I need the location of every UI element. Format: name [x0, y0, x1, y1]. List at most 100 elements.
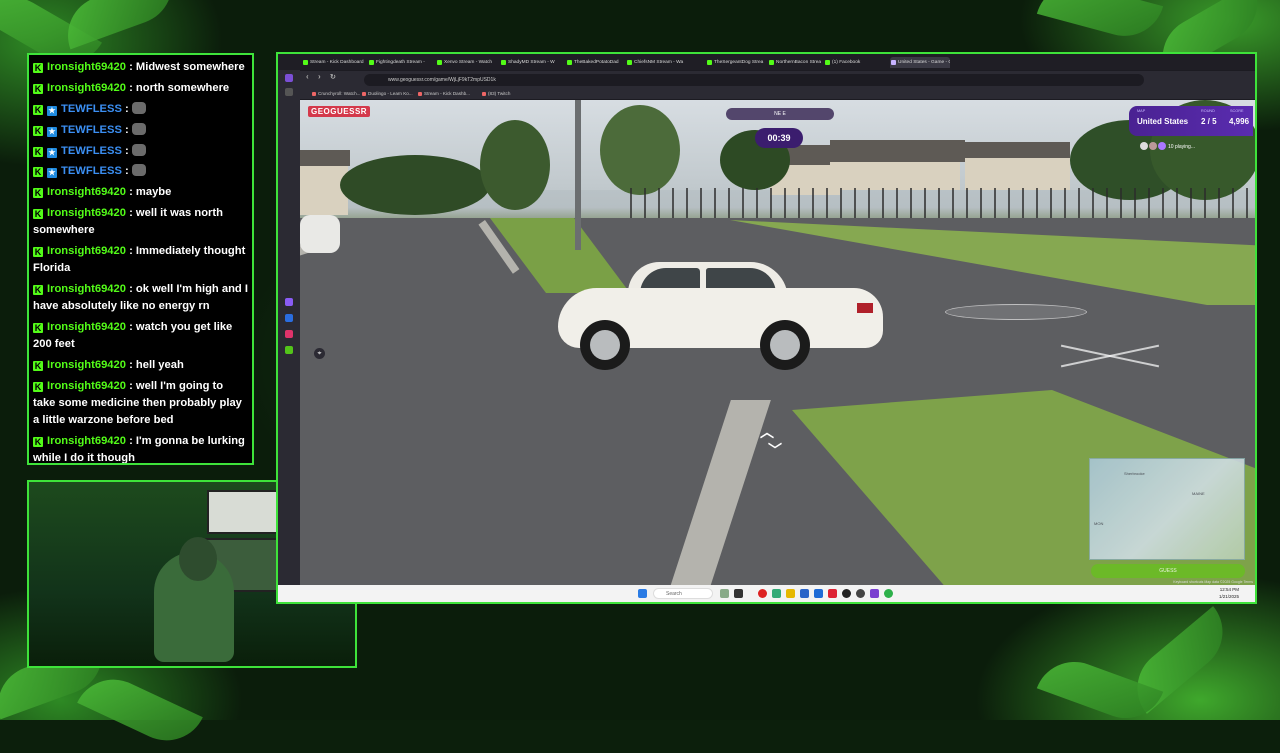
tree — [480, 120, 550, 210]
file-explorer-icon[interactable] — [786, 589, 795, 598]
kick-badge-icon: K — [33, 104, 43, 115]
tree — [600, 105, 680, 195]
browser-tab[interactable]: NorthernBacon Strea — [768, 57, 822, 68]
chat-message: K Ironsight69420 : hell yeah — [33, 357, 248, 374]
house — [965, 155, 1070, 190]
store-icon[interactable] — [800, 589, 809, 598]
task-view-icon[interactable] — [734, 589, 743, 598]
app-icon[interactable] — [828, 589, 837, 598]
app-icon[interactable] — [870, 589, 879, 598]
kick-badge-icon: K — [33, 360, 43, 371]
twitch-icon[interactable] — [285, 298, 293, 306]
opera-icon[interactable] — [285, 74, 293, 82]
app-icon[interactable] — [856, 589, 865, 598]
chat-username[interactable]: TEWFLESS — [61, 145, 122, 157]
browser-tab[interactable]: Stream - Kick Dashboard — [302, 57, 366, 68]
chat-username[interactable]: Ironsight69420 — [47, 435, 126, 447]
chat-username[interactable]: Ironsight69420 — [47, 61, 126, 73]
guess-button[interactable]: GUESS — [1091, 564, 1245, 578]
taskbar-search[interactable]: Search — [653, 588, 713, 599]
browser-tab[interactable]: United States - Game - G — [890, 57, 950, 68]
chat-username[interactable]: Ironsight69420 — [47, 207, 126, 219]
reload-icon[interactable]: ↻ — [330, 73, 336, 81]
browser-tab[interactable]: TheSergeantDog Strea — [706, 57, 766, 68]
chat-username[interactable]: Ironsight69420 — [47, 321, 126, 333]
car-rim — [770, 330, 800, 360]
forward-icon[interactable]: › — [318, 72, 321, 81]
car-wheel — [580, 320, 630, 370]
system-clock[interactable]: 12:54 PM 1/21/2025 — [1219, 586, 1239, 600]
edge-icon[interactable] — [772, 589, 781, 598]
app-icon[interactable] — [814, 589, 823, 598]
map-value: United States — [1137, 117, 1189, 126]
move-back-arrow-icon[interactable]: ﹀ — [768, 440, 782, 460]
street-view[interactable]: ︿ ﹀ GEOGUESSR NE E 00:39 MAP United Stat… — [300, 100, 1255, 588]
chat-username[interactable]: Ironsight69420 — [47, 359, 126, 371]
messenger-icon[interactable] — [285, 314, 293, 322]
bookmark-item[interactable]: Duolingo - Learn Ko... — [362, 89, 413, 99]
browser-tab[interactable]: ChiefsNM Stream - Wa — [626, 57, 704, 68]
widgets-icon[interactable] — [720, 589, 729, 598]
chat-message: K ★ TEWFLESS : — [33, 143, 248, 160]
chat-message: K Ironsight69420 : I'm gonna be lurking w… — [33, 433, 248, 463]
bookmark-item[interactable]: (83) Twitch — [482, 89, 510, 99]
round-label: ROUND — [1201, 109, 1215, 113]
instagram-icon[interactable] — [285, 330, 293, 338]
whatsapp-icon[interactable] — [285, 346, 293, 354]
browser-tab[interactable]: TheBakedPotatoDad — [566, 57, 624, 68]
chat-message: K ★ TEWFLESS : — [33, 163, 248, 180]
chat-text: : north somewhere — [125, 81, 230, 94]
chat-username[interactable]: TEWFLESS — [61, 103, 122, 115]
chat-username[interactable]: Ironsight69420 — [47, 380, 126, 392]
chat-username[interactable]: TEWFLESS — [61, 165, 122, 177]
browser-tab[interactable]: (1) Facebook — [824, 57, 888, 68]
emote-icon — [131, 143, 146, 156]
subscriber-badge-icon: ★ — [47, 105, 57, 116]
chat-message: K ★ TEWFLESS : — [33, 122, 248, 139]
chat-username[interactable]: Ironsight69420 — [47, 283, 126, 295]
url-field[interactable]: www.geoguessr.com/game/WjLjF9kT2mpUSD1k — [364, 74, 1144, 86]
spotify-icon[interactable] — [884, 589, 893, 598]
kick-badge-icon: K — [33, 381, 43, 392]
nav-icon[interactable] — [285, 88, 293, 96]
avatar — [1157, 142, 1166, 150]
opera-taskbar-icon[interactable] — [758, 589, 767, 598]
white-sedan — [558, 258, 883, 378]
chat-text: : — [121, 102, 132, 115]
kick-badge-icon: K — [33, 125, 43, 136]
browser-sidebar — [278, 70, 300, 602]
guess-minimap[interactable]: MAINE MON Sherbrooke — [1089, 458, 1245, 560]
score-value: 4,996 — [1229, 117, 1250, 126]
players-count: 10 playing... — [1168, 144, 1195, 150]
browser-tab[interactable]: Fightingdeath Stream - — [368, 57, 434, 68]
address-bar: ‹ › ↻ www.geoguessr.com/game/WjLjF9kT2mp… — [300, 71, 1255, 89]
chat-username[interactable]: Ironsight69420 — [47, 82, 126, 94]
emote-icon — [131, 164, 146, 177]
clock-time: 12:54 PM — [1219, 587, 1239, 592]
move-forward-arrow-icon[interactable]: ︿ — [760, 422, 774, 442]
windows-start-icon[interactable] — [638, 589, 647, 598]
pano-cursor[interactable] — [945, 304, 1087, 320]
minimap-label: MON — [1094, 521, 1104, 526]
browser-tab[interactable]: ShadyMD Stream - W — [500, 57, 564, 68]
tree — [340, 155, 490, 215]
chat-username[interactable]: Ironsight69420 — [47, 186, 126, 198]
car-taillight — [857, 303, 873, 313]
return-to-start-icon[interactable]: ⌖ — [314, 348, 325, 359]
obs-icon[interactable] — [842, 589, 851, 598]
streamer-head — [179, 537, 217, 581]
back-icon[interactable]: ‹ — [306, 72, 309, 81]
chat-text: : hell yeah — [125, 358, 184, 371]
emote-icon — [131, 101, 146, 114]
chat-text: : maybe — [125, 186, 172, 199]
chat-message: K Ironsight69420 : ok well I'm high and I… — [33, 281, 248, 315]
roof — [300, 150, 350, 166]
browser-tab[interactable]: Xenvo Stream - Watch — [436, 57, 498, 68]
chat-username[interactable]: TEWFLESS — [61, 124, 122, 136]
bookmark-item[interactable]: Stream - Kick Dashb... — [418, 89, 470, 99]
chat-username[interactable]: Ironsight69420 — [47, 245, 126, 257]
chat-panel: K Ironsight69420 : Midwest somewhere K Iron… — [27, 53, 254, 465]
game-status-panel: MAP United States ROUND 2 / 5 SCORE 4,99… — [1129, 106, 1253, 136]
bookmark-item[interactable]: Crunchyroll: Watch... — [312, 89, 360, 99]
kick-badge-icon: K — [33, 188, 43, 199]
